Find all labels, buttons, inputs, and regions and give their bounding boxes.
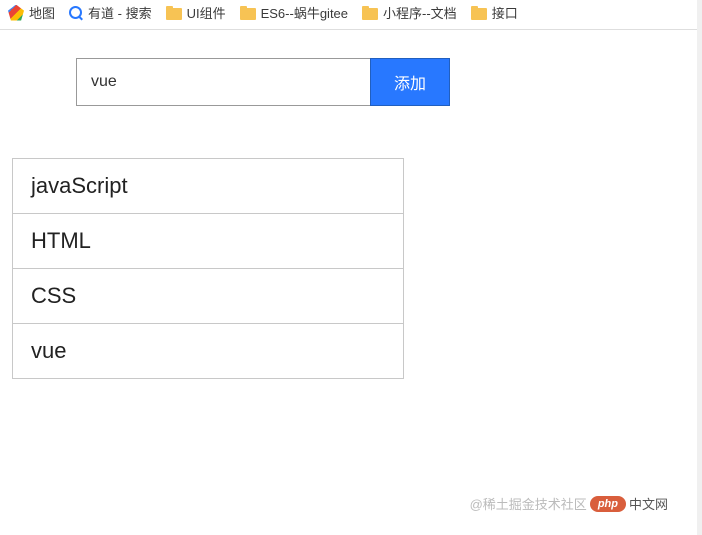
maps-icon xyxy=(8,5,24,21)
folder-icon xyxy=(471,6,487,20)
bookmark-label: 有道 - 搜索 xyxy=(88,3,152,22)
bookmark-label: 地图 xyxy=(29,3,55,22)
bookmark-item-ui[interactable]: UI组件 xyxy=(166,3,226,22)
watermark-suffix: 中文网 xyxy=(629,494,668,513)
item-list: javaScript HTML CSS vue xyxy=(12,158,404,379)
bookmarks-bar: 地图 有道 - 搜索 UI组件 ES6--蜗牛gitee 小程序--文档 接口 xyxy=(0,0,702,25)
watermark-prefix: @稀土掘金技术社区 xyxy=(470,494,587,513)
folder-icon xyxy=(166,6,182,20)
php-badge: php xyxy=(590,496,626,512)
bookmark-item-api[interactable]: 接口 xyxy=(471,3,518,22)
bookmark-item-es6[interactable]: ES6--蜗牛gitee xyxy=(240,3,348,22)
search-icon xyxy=(69,6,83,20)
bookmark-item-maps[interactable]: 地图 xyxy=(8,3,55,22)
list-item[interactable]: javaScript xyxy=(13,159,403,214)
content-area: 添加 javaScript HTML CSS vue xyxy=(0,30,702,379)
bookmark-label: 接口 xyxy=(492,3,518,22)
folder-icon xyxy=(240,6,256,20)
bookmark-label: 小程序--文档 xyxy=(383,3,457,22)
list-item[interactable]: HTML xyxy=(13,214,403,269)
bookmark-item-youdao[interactable]: 有道 - 搜索 xyxy=(69,3,152,22)
watermark: @稀土掘金技术社区 php 中文网 xyxy=(470,494,668,513)
bookmark-label: UI组件 xyxy=(187,3,226,22)
list-item[interactable]: vue xyxy=(13,324,403,379)
input-row: 添加 xyxy=(76,58,690,106)
item-input[interactable] xyxy=(76,58,370,106)
add-button[interactable]: 添加 xyxy=(370,58,450,106)
list-item[interactable]: CSS xyxy=(13,269,403,324)
bookmark-item-miniprogram[interactable]: 小程序--文档 xyxy=(362,3,457,22)
folder-icon xyxy=(362,6,378,20)
vertical-scrollbar[interactable] xyxy=(697,0,702,535)
bookmark-label: ES6--蜗牛gitee xyxy=(261,3,348,22)
